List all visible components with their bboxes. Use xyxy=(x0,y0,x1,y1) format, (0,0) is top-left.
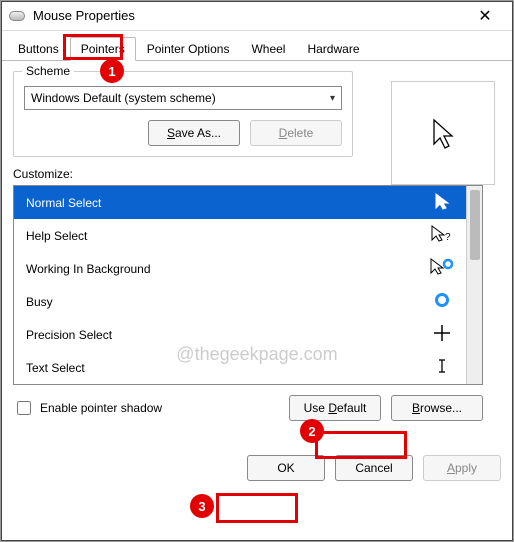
list-item-label: Precision Select xyxy=(26,328,112,342)
pointer-shadow-label: Enable pointer shadow xyxy=(40,401,162,415)
cursor-list: Normal Select Help Select ? Working In B… xyxy=(13,185,483,385)
arrow-icon xyxy=(392,82,496,186)
tab-strip: Buttons Pointers Pointer Options Wheel H… xyxy=(1,31,513,61)
ok-button[interactable]: OK xyxy=(247,455,325,481)
titlebar: Mouse Properties ✕ xyxy=(1,1,513,31)
scroll-thumb[interactable] xyxy=(470,190,480,260)
tab-wheel[interactable]: Wheel xyxy=(240,37,296,60)
scheme-group: Scheme Windows Default (system scheme) ▾… xyxy=(13,71,353,157)
arrow-icon xyxy=(430,192,454,213)
list-item-label: Busy xyxy=(26,295,53,309)
list-item-label: Normal Select xyxy=(26,196,101,210)
tab-buttons[interactable]: Buttons xyxy=(7,37,70,60)
chevron-down-icon: ▾ xyxy=(330,93,335,104)
scheme-dropdown[interactable]: Windows Default (system scheme) ▾ xyxy=(24,86,342,110)
list-item[interactable]: Busy xyxy=(14,285,466,318)
annotation-badge-3: 3 xyxy=(190,494,214,518)
mouse-icon xyxy=(9,11,25,21)
list-item[interactable]: Precision Select xyxy=(14,318,466,351)
arrow-help-icon: ? xyxy=(430,225,454,246)
scheme-legend: Scheme xyxy=(22,64,74,78)
tab-pointer-options[interactable]: Pointer Options xyxy=(136,37,241,60)
list-item[interactable]: Help Select ? xyxy=(14,219,466,252)
scrollbar[interactable] xyxy=(466,186,482,384)
save-as-button[interactable]: Save As... xyxy=(148,120,240,146)
tab-pointers[interactable]: Pointers xyxy=(70,37,136,61)
browse-button[interactable]: Browse... xyxy=(391,395,483,421)
delete-button: Delete xyxy=(250,120,342,146)
list-item[interactable]: Working In Background xyxy=(14,252,466,285)
annotation-box-3 xyxy=(216,493,298,523)
cursor-preview xyxy=(391,81,495,185)
list-item[interactable]: Normal Select xyxy=(14,186,466,219)
close-button[interactable]: ✕ xyxy=(465,1,505,31)
ring-icon xyxy=(430,291,454,312)
arrow-ring-icon xyxy=(430,258,454,279)
close-icon: ✕ xyxy=(478,6,491,26)
use-default-button[interactable]: Use Default xyxy=(289,395,381,421)
apply-button: Apply xyxy=(423,455,501,481)
list-item-label: Working In Background xyxy=(26,262,151,276)
list-item[interactable]: Text Select xyxy=(14,351,466,384)
scheme-selected-value: Windows Default (system scheme) xyxy=(31,91,216,105)
cancel-button[interactable]: Cancel xyxy=(335,455,413,481)
svg-text:?: ? xyxy=(445,232,451,243)
list-item-label: Help Select xyxy=(26,229,87,243)
ibeam-icon xyxy=(430,357,454,378)
cross-icon xyxy=(430,324,454,345)
pointer-shadow-checkbox[interactable] xyxy=(17,401,31,415)
enable-pointer-shadow[interactable]: Enable pointer shadow xyxy=(13,398,279,418)
list-item-label: Text Select xyxy=(26,361,85,375)
window-title: Mouse Properties xyxy=(33,8,135,23)
dialog-buttons: OK Cancel Apply xyxy=(1,455,513,481)
tab-hardware[interactable]: Hardware xyxy=(296,37,370,60)
